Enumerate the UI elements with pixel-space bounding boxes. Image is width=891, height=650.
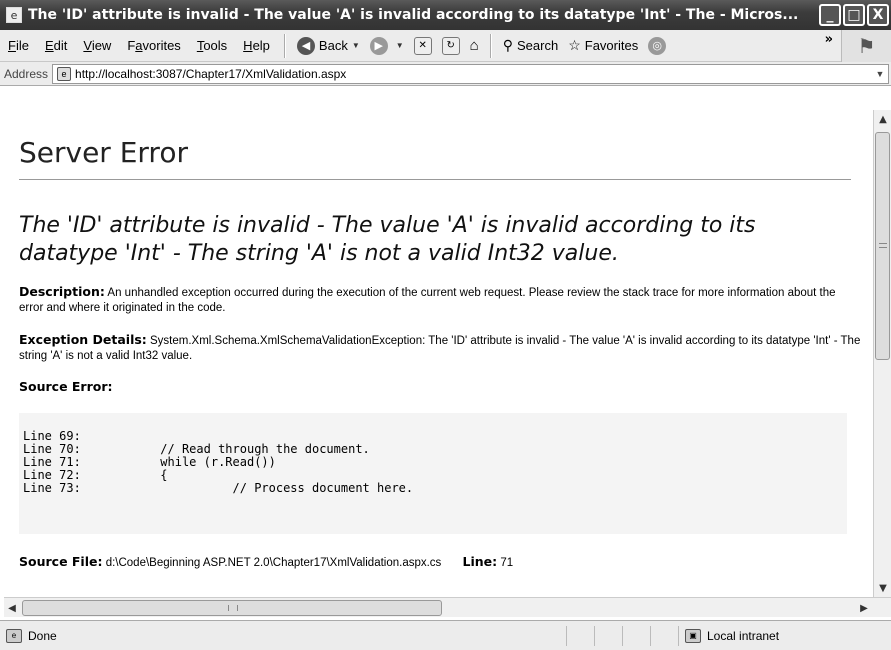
refresh-icon: ↻ xyxy=(441,36,460,55)
page-heading: Server Error xyxy=(19,110,851,180)
toolbar-overflow-icon[interactable]: » xyxy=(825,32,833,47)
ie-page-icon: e xyxy=(6,7,22,23)
back-button[interactable]: ◀ Back ▼ xyxy=(292,36,365,55)
title-bar: e The 'ID' attribute is invalid - The va… xyxy=(0,0,891,30)
address-label: Address xyxy=(4,66,49,81)
horizontal-scrollbar[interactable]: ◀ ▶ xyxy=(4,597,891,617)
status-pane xyxy=(566,625,594,646)
scroll-down-icon[interactable]: ▼ xyxy=(875,579,891,597)
vertical-scrollbar[interactable]: ▲ ▼ xyxy=(873,110,891,597)
window-title: The 'ID' attribute is invalid - The valu… xyxy=(28,7,799,23)
status-bar: e Done ▣ Local intranet xyxy=(0,620,891,650)
stop-button[interactable]: ✕ xyxy=(409,36,437,55)
menu-view[interactable]: View xyxy=(75,38,119,53)
status-pane xyxy=(650,625,678,646)
address-url: http://localhost:3087/Chapter17/XmlValid… xyxy=(75,66,347,81)
scroll-up-icon[interactable]: ▲ xyxy=(875,110,891,128)
favorites-label: Favorites xyxy=(584,38,639,53)
status-pane xyxy=(622,625,650,646)
media-icon: ◎ xyxy=(648,36,667,55)
scroll-left-icon[interactable]: ◀ xyxy=(4,599,20,617)
menu-bar: File Edit View Favorites Tools Help ◀ Ba… xyxy=(0,30,891,62)
exception-paragraph: Exception Details: System.Xml.Schema.Xml… xyxy=(19,332,861,364)
status-text: Done xyxy=(28,628,57,643)
address-input[interactable]: e http://localhost:3087/Chapter17/XmlVal… xyxy=(52,63,889,84)
forward-button[interactable]: ▶ ▼ xyxy=(365,36,409,55)
toolbar-separator xyxy=(489,33,492,58)
horizontal-scroll-thumb[interactable] xyxy=(22,600,442,616)
chevron-down-icon[interactable]: ▼ xyxy=(872,65,888,83)
grip-icon xyxy=(879,243,887,248)
grip-icon xyxy=(228,605,238,611)
source-file-info: Source File: d:\Code\Beginning ASP.NET 2… xyxy=(19,554,861,569)
line-number: 71 xyxy=(500,557,514,569)
vertical-scroll-thumb[interactable] xyxy=(875,132,890,360)
search-button[interactable]: ⚲ Search xyxy=(498,37,563,54)
menu-tools[interactable]: Tools xyxy=(189,38,235,53)
close-button[interactable]: X xyxy=(867,4,889,26)
status-pane xyxy=(594,625,622,646)
menu-file[interactable]: File xyxy=(0,38,37,53)
security-zone[interactable]: ▣ Local intranet xyxy=(678,625,863,646)
star-icon: ☆ xyxy=(568,37,581,53)
window-controls: _ □ X xyxy=(819,4,889,26)
windows-logo-icon: ⚑ xyxy=(841,30,891,62)
code-line: Line 73: // Process document here. xyxy=(23,481,414,495)
back-label: Back xyxy=(318,38,348,53)
chevron-down-icon[interactable]: ▼ xyxy=(396,41,404,50)
source-file-path: d:\Code\Beginning ASP.NET 2.0\Chapter17\… xyxy=(105,557,442,569)
page-done-icon: e xyxy=(6,628,22,643)
stop-icon: ✕ xyxy=(413,36,432,55)
menu-edit[interactable]: Edit xyxy=(37,38,75,53)
forward-arrow-icon: ▶ xyxy=(369,36,388,55)
toolbar-separator xyxy=(283,33,286,58)
source-code-block: Line 69: Line 70: // Read through the doc… xyxy=(19,413,847,534)
intranet-icon: ▣ xyxy=(685,628,701,643)
media-button[interactable]: ◎ xyxy=(643,36,675,55)
address-bar: Address e http://localhost:3087/Chapter1… xyxy=(0,62,891,86)
minimize-button[interactable]: _ xyxy=(819,4,841,26)
chevron-down-icon[interactable]: ▼ xyxy=(352,41,360,50)
search-label: Search xyxy=(517,38,559,53)
maximize-button[interactable]: □ xyxy=(843,4,865,26)
source-error-label: Source Error: xyxy=(19,379,113,394)
back-arrow-icon: ◀ xyxy=(296,36,315,55)
scroll-right-icon[interactable]: ▶ xyxy=(856,599,872,617)
description-paragraph: Description: An unhandled exception occu… xyxy=(19,284,861,316)
description-label: Description: xyxy=(19,284,105,299)
source-file-label: Source File: xyxy=(19,554,103,569)
page-icon: e xyxy=(57,66,72,81)
menu-help[interactable]: Help xyxy=(235,38,278,53)
description-text: An unhandled exception occurred during t… xyxy=(19,287,836,314)
exception-label: Exception Details: xyxy=(19,332,147,347)
menu-favorites[interactable]: Favorites xyxy=(119,38,188,53)
zone-label: Local intranet xyxy=(707,628,780,643)
favorites-button[interactable]: ☆ Favorites xyxy=(563,37,643,54)
search-icon: ⚲ xyxy=(502,37,513,53)
line-label: Line: xyxy=(462,554,498,569)
page-content: Server Error The 'ID' attribute is inval… xyxy=(4,110,866,596)
error-message: The 'ID' attribute is invalid - The valu… xyxy=(19,213,756,266)
home-icon: ⌂ xyxy=(469,37,479,54)
refresh-button[interactable]: ↻ xyxy=(437,36,465,55)
home-button[interactable]: ⌂ xyxy=(465,37,484,54)
